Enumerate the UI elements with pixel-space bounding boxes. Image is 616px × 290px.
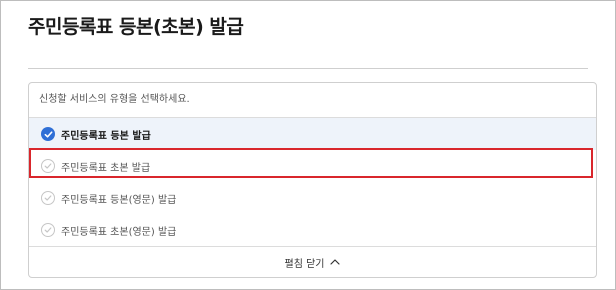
chevron-up-icon	[330, 259, 341, 265]
check-circle-icon	[41, 159, 55, 173]
window-frame: 주민등록표 등본(초본) 발급 신청할 서비스의 유형을 선택하세요. 주민등록…	[0, 0, 616, 290]
check-circle-icon	[41, 223, 55, 237]
title-divider	[28, 68, 588, 69]
option-resident-abstract-english[interactable]: 주민등록표 초본(영문) 발급	[29, 214, 596, 246]
option-label: 주민등록표 초본(영문) 발급	[61, 226, 177, 238]
option-label: 주민등록표 등본 발급	[61, 130, 151, 142]
service-type-selector: 신청할 서비스의 유형을 선택하세요. 주민등록표 등본 발급 주민등록표 초본…	[28, 82, 597, 278]
check-circle-icon	[41, 127, 55, 141]
option-resident-copy-english[interactable]: 주민등록표 등본(영문) 발급	[29, 182, 596, 214]
selector-header: 신청할 서비스의 유형을 선택하세요.	[29, 83, 596, 118]
collapse-label: 펼침 닫기	[284, 258, 325, 270]
option-resident-copy[interactable]: 주민등록표 등본 발급	[29, 118, 596, 150]
option-label: 주민등록표 초본 발급	[61, 162, 151, 174]
check-circle-icon	[41, 191, 55, 205]
option-resident-abstract[interactable]: 주민등록표 초본 발급	[29, 150, 596, 182]
option-label: 주민등록표 등본(영문) 발급	[61, 194, 177, 206]
collapse-toggle-button[interactable]: 펼침 닫기	[29, 246, 596, 277]
page-title: 주민등록표 등본(초본) 발급	[28, 16, 244, 38]
